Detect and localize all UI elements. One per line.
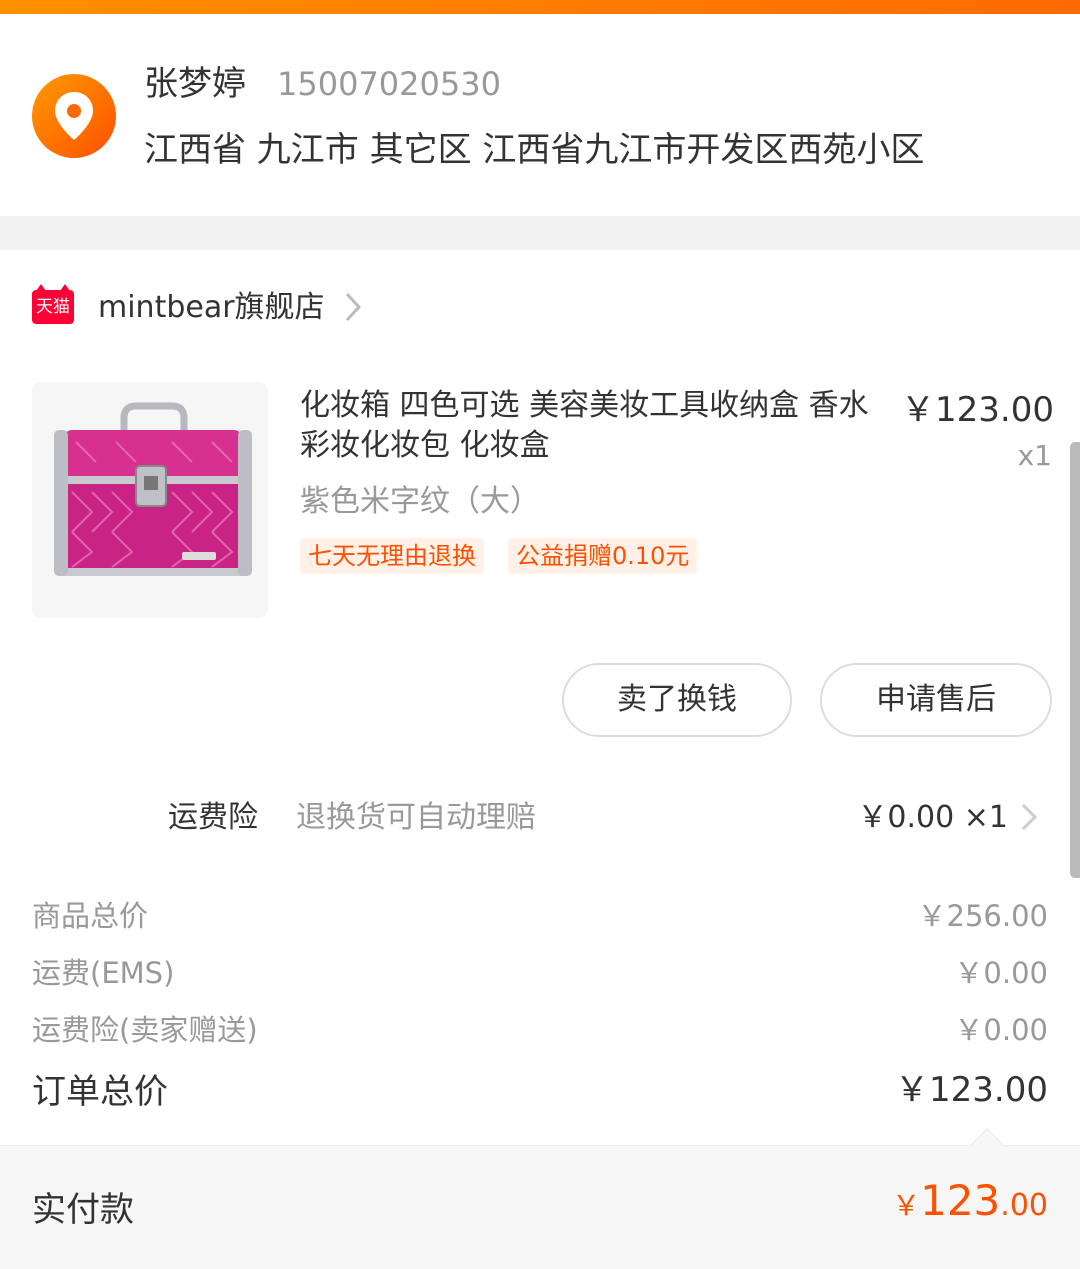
summary-label: 商品总价 — [32, 899, 149, 933]
chevron-right-icon — [340, 290, 366, 328]
product-sku: 紫色米字纹（大） — [300, 484, 540, 519]
scrollbar[interactable] — [1070, 442, 1080, 878]
shop-header[interactable]: 天猫 mintbear旗舰店 — [0, 250, 1080, 360]
recipient-phone: 15007020530 — [277, 65, 501, 103]
callout-notch-fill — [971, 1130, 1003, 1146]
shipping-address: 江西省 九江市 其它区 江西省九江市开发区西苑小区 — [144, 130, 925, 170]
after-sale-button[interactable]: 申请售后 — [820, 663, 1052, 737]
order-total-label: 订单总价 — [32, 1072, 168, 1112]
shipping-insurance-label: 运费险 — [168, 800, 258, 835]
order-total-value: ￥123.00 — [895, 1070, 1048, 1110]
paid-amount-label: 实付款 — [32, 1190, 134, 1230]
product-image[interactable] — [32, 382, 268, 618]
summary-row: 运费(EMS) ￥0.00 — [32, 951, 1048, 995]
location-pin-icon — [32, 74, 116, 158]
section-divider — [0, 216, 1080, 250]
shipping-insurance-value[interactable]: ￥0.00 ×1 — [857, 798, 1008, 838]
sell-for-cash-button[interactable]: 卖了换钱 — [562, 663, 792, 737]
shipping-insurance-desc: 退换货可自动理赔 — [296, 800, 536, 835]
paid-amount-panel: 实付款 ￥123.00 — [0, 1145, 1080, 1269]
return-policy-badge: 七天无理由退换 — [300, 538, 484, 574]
cosmetic-case-image — [32, 382, 268, 618]
summary-label: 运费(EMS) — [32, 956, 175, 990]
chevron-right-icon[interactable] — [1018, 802, 1040, 836]
summary-value: ￥0.00 — [954, 956, 1048, 990]
shop-name[interactable]: mintbear旗舰店 — [98, 288, 325, 328]
paid-integer: 123 — [920, 1176, 1001, 1225]
recipient-name: 张梦婷 — [144, 64, 246, 104]
top-accent-bar — [0, 0, 1080, 14]
summary-row: 商品总价 ￥256.00 — [32, 894, 1048, 938]
summary-label: 运费险(卖家赠送) — [32, 1013, 258, 1047]
tmall-logo-icon: 天猫 — [32, 284, 74, 324]
currency-symbol: ￥ — [892, 1189, 921, 1222]
summary-row: 运费险(卖家赠送) ￥0.00 — [32, 1008, 1048, 1052]
paid-amount-value: ￥123.00 — [892, 1176, 1048, 1225]
paid-decimal: .00 — [1000, 1188, 1048, 1223]
summary-value: ￥0.00 — [954, 1013, 1048, 1047]
product-quantity: x1 — [1017, 439, 1052, 472]
charity-badge: 公益捐赠0.10元 — [508, 538, 698, 574]
product-price: ￥123.00 — [901, 390, 1054, 430]
address-section[interactable]: 张梦婷 15007020530 江西省 九江市 其它区 江西省九江市开发区西苑小… — [0, 14, 1080, 216]
product-title[interactable]: 化妆箱 四色可选 美容美妆工具收纳盒 香水彩妆化妆包 化妆盒 — [300, 386, 880, 466]
summary-value: ￥256.00 — [917, 899, 1048, 933]
